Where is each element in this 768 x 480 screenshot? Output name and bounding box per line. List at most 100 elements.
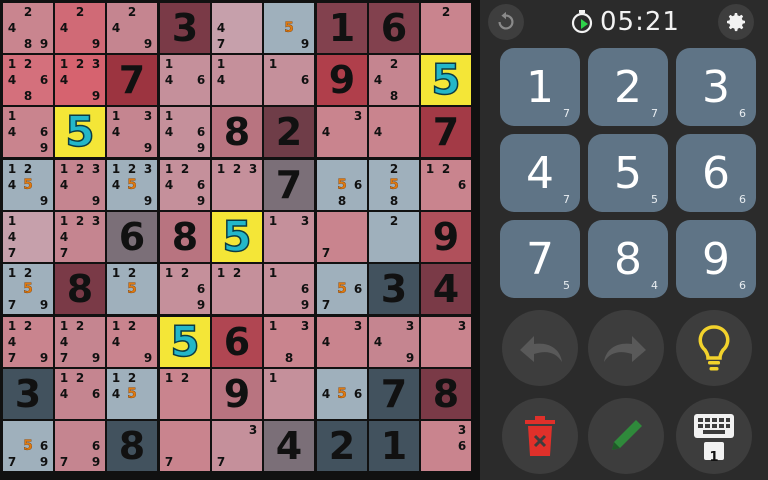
sudoku-cell[interactable]: 13 [264, 212, 314, 262]
sudoku-cell[interactable]: 9 [421, 212, 471, 262]
sudoku-cell[interactable]: 8 [212, 107, 262, 157]
pencil-mark [281, 318, 297, 334]
sudoku-cell[interactable]: 6 [212, 317, 262, 367]
sudoku-cell[interactable]: 2489 [3, 3, 53, 53]
sudoku-cell[interactable]: 14 [212, 55, 262, 105]
number-key[interactable]: 36 [676, 48, 756, 126]
sudoku-cell[interactable]: 8 [421, 369, 471, 419]
sudoku-cell[interactable]: 4 [369, 107, 419, 157]
sudoku-cell[interactable]: 56 7 9 [3, 421, 53, 471]
sudoku-cell[interactable]: 12 [212, 264, 262, 314]
number-key[interactable]: 55 [588, 134, 668, 212]
sudoku-cell[interactable]: 1 3 4 9 [107, 107, 157, 157]
sudoku-cell[interactable]: 123 459 [107, 160, 157, 210]
sudoku-cell[interactable]: 123 4 9 [55, 55, 105, 105]
keyboard-mode-button[interactable]: 1 [676, 398, 752, 474]
sudoku-cell[interactable]: 34 [317, 317, 367, 367]
sudoku-cell[interactable]: 1257 9 [3, 264, 53, 314]
sudoku-cell[interactable]: 7 [264, 160, 314, 210]
sudoku-cell[interactable]: 8 [160, 212, 210, 262]
sudoku-cell[interactable]: 7 [369, 369, 419, 419]
pencil-button[interactable] [588, 398, 664, 474]
sudoku-cell[interactable]: 5 [212, 212, 262, 262]
sudoku-cell[interactable]: 1 6 9 [264, 264, 314, 314]
key-remaining-count: 6 [739, 193, 746, 206]
sudoku-cell[interactable]: 16 [264, 55, 314, 105]
sudoku-cell[interactable]: 125 [107, 264, 157, 314]
sudoku-cell[interactable]: 1 4 6 9 [3, 107, 53, 157]
sudoku-cell[interactable]: 1 [369, 421, 419, 471]
sudoku-cell[interactable]: 124 68 [3, 55, 53, 105]
sudoku-cell[interactable]: 5 [160, 317, 210, 367]
sudoku-cell[interactable]: 37 [212, 421, 262, 471]
sudoku-cell[interactable]: 1 3 8 [264, 317, 314, 367]
sudoku-cell[interactable]: 456 [317, 369, 367, 419]
sudoku-cell[interactable]: 59 [264, 3, 314, 53]
sudoku-cell[interactable]: 3 [160, 3, 210, 53]
sudoku-cell[interactable]: 4 [421, 264, 471, 314]
sudoku-cell[interactable]: 126 [421, 160, 471, 210]
sudoku-cell[interactable]: 2 [264, 107, 314, 157]
sudoku-cell[interactable]: 1 4 6 [160, 55, 210, 105]
sudoku-cell[interactable]: 36 [421, 421, 471, 471]
sudoku-cell[interactable]: 123 [212, 160, 262, 210]
sudoku-cell[interactable]: 4 [264, 421, 314, 471]
number-key[interactable]: 75 [500, 220, 580, 298]
sudoku-cell[interactable]: 8 [107, 421, 157, 471]
sudoku-cell[interactable]: 124 6 9 [160, 160, 210, 210]
sudoku-cell[interactable]: 124 7 9 [55, 317, 105, 367]
hint-button[interactable] [676, 310, 752, 386]
sudoku-cell[interactable]: 3 [369, 264, 419, 314]
sudoku-cell[interactable]: 3 [421, 317, 471, 367]
sudoku-cell[interactable]: 5 [421, 55, 471, 105]
sudoku-cell[interactable]: 1 [264, 369, 314, 419]
redo-button[interactable] [588, 310, 664, 386]
sudoku-cell[interactable]: 124 6 [55, 369, 105, 419]
sudoku-cell[interactable]: 7 [160, 421, 210, 471]
number-key[interactable]: 47 [500, 134, 580, 212]
settings-button[interactable] [718, 4, 754, 40]
sudoku-cell[interactable]: 6 [369, 3, 419, 53]
sudoku-cell[interactable]: 2 [317, 421, 367, 471]
sudoku-cell[interactable]: 6 7 9 [55, 421, 105, 471]
sudoku-cell[interactable]: 56 7 [317, 264, 367, 314]
sudoku-cell[interactable]: 9 [212, 369, 262, 419]
number-key[interactable]: 84 [588, 220, 668, 298]
sudoku-cell[interactable]: 2 [369, 212, 419, 262]
sudoku-cell[interactable]: 124 9 [107, 317, 157, 367]
sudoku-cell[interactable]: 12459 [3, 160, 53, 210]
sudoku-cell[interactable]: 126 9 [160, 264, 210, 314]
sudoku-cell[interactable]: 1 4 6 9 [160, 107, 210, 157]
sudoku-cell[interactable]: 568 [317, 160, 367, 210]
sudoku-cell[interactable]: 3 4 9 [369, 317, 419, 367]
number-key[interactable]: 96 [676, 220, 756, 298]
sudoku-cell[interactable]: 7 [107, 55, 157, 105]
sudoku-cell[interactable]: 5 [55, 107, 105, 157]
sudoku-cell[interactable]: 258 [369, 160, 419, 210]
sudoku-cell[interactable]: 2 [421, 3, 471, 53]
sudoku-cell[interactable]: 248 [369, 55, 419, 105]
sudoku-cell[interactable]: 9 [317, 55, 367, 105]
sudoku-cell[interactable]: 7 [317, 212, 367, 262]
reset-button[interactable] [488, 4, 524, 40]
sudoku-cell[interactable]: 34 [317, 107, 367, 157]
sudoku-cell[interactable]: 12 [160, 369, 210, 419]
sudoku-cell[interactable]: 24 9 [55, 3, 105, 53]
sudoku-cell[interactable]: 1 [317, 3, 367, 53]
sudoku-cell[interactable]: 123 4 9 [55, 160, 105, 210]
number-key[interactable]: 66 [676, 134, 756, 212]
number-key[interactable]: 27 [588, 48, 668, 126]
sudoku-cell[interactable]: 6 [107, 212, 157, 262]
number-key[interactable]: 17 [500, 48, 580, 126]
sudoku-cell[interactable]: 1245 [107, 369, 157, 419]
sudoku-cell[interactable]: 1 4 7 [3, 212, 53, 262]
sudoku-cell[interactable]: 47 [212, 3, 262, 53]
sudoku-cell[interactable]: 3 [3, 369, 53, 419]
erase-button[interactable] [502, 398, 578, 474]
sudoku-cell[interactable]: 24 9 [107, 3, 157, 53]
undo-button[interactable] [502, 310, 578, 386]
sudoku-cell[interactable]: 123 4 7 [55, 212, 105, 262]
sudoku-cell[interactable]: 8 [55, 264, 105, 314]
sudoku-cell[interactable]: 7 [421, 107, 471, 157]
sudoku-cell[interactable]: 124 7 9 [3, 317, 53, 367]
